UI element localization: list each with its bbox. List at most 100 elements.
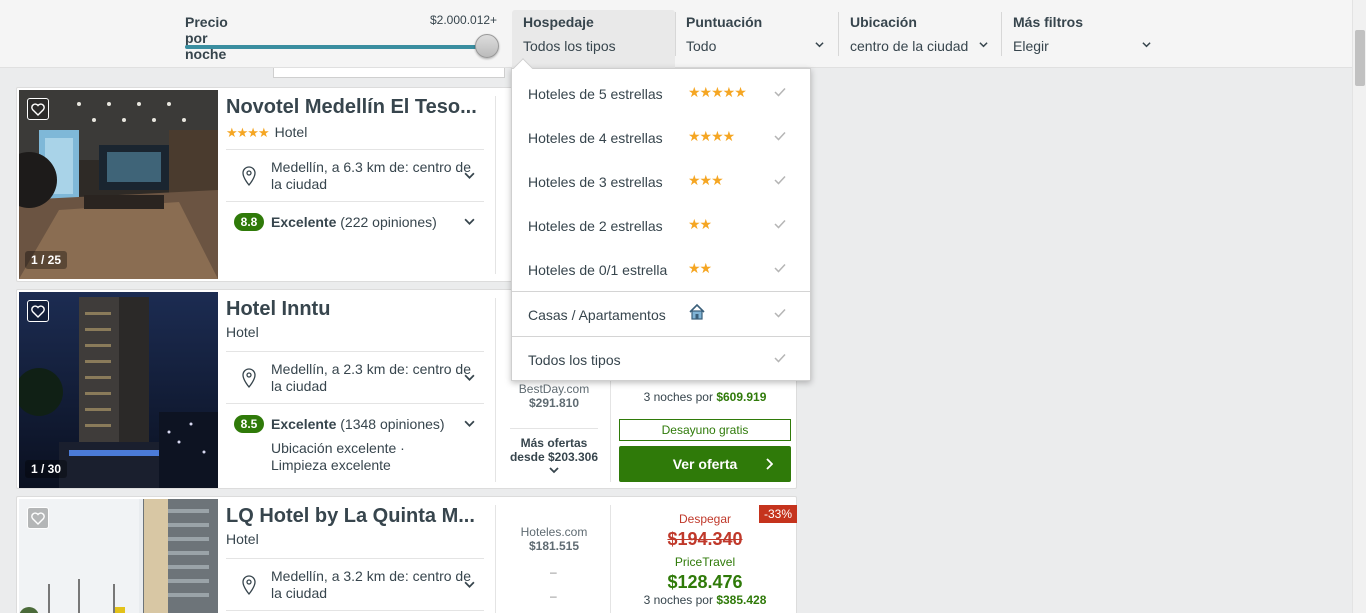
chevron-down-icon [549, 467, 559, 474]
hotel-location: Medellín, a 3.2 km de: centro de la ciud… [271, 568, 471, 601]
divider [226, 610, 484, 611]
filter-bar: Precio por noche $2.000.012+ Hospedaje T… [0, 0, 1352, 68]
rating-word: Excelente [271, 416, 337, 432]
divider [226, 351, 484, 352]
option-label: Hoteles de 5 estrellas [528, 86, 663, 102]
review-highlights-2: Limpieza excelente [271, 457, 391, 473]
star-rating: ★★★★★ [688, 84, 747, 100]
more-filters-value: Elegir [1013, 38, 1049, 54]
check-icon [774, 87, 786, 97]
divider [226, 149, 484, 150]
heart-icon [31, 511, 45, 525]
hotel-name[interactable]: Hotel Inntu [226, 298, 488, 321]
provider-offer[interactable]: Hoteles.com $181.515 [504, 525, 604, 553]
lodging-filter-value: Todos los tipos [523, 38, 616, 54]
star-rating: ★★ [688, 216, 712, 232]
lodging-dropdown: Hoteles de 5 estrellas ★★★★★ Hoteles de … [511, 68, 811, 381]
favorite-button[interactable] [27, 507, 49, 529]
hotel-photo[interactable] [19, 499, 218, 613]
lodging-option-all[interactable]: Todos los tipos [512, 337, 810, 381]
heart-icon [31, 102, 45, 116]
rating-filter-value: Todo [686, 38, 717, 54]
scrollbar-thumb[interactable] [1355, 30, 1365, 86]
view-offer-button[interactable]: Ver oferta [619, 446, 791, 482]
more-offers-button[interactable]: Más ofertas desde $203.306 [504, 436, 604, 474]
deal-nights: 3 noches por $609.919 [619, 390, 791, 404]
review-highlights: Ubicación excelente · [271, 440, 405, 456]
rating-summary[interactable]: Excelente (1348 opiniones) [271, 416, 445, 432]
deal-block[interactable]: Despegar $194.340 PriceTravel $128.476 3… [619, 512, 791, 607]
location-filter[interactable]: Ubicación centro de la ciudad [839, 0, 999, 60]
old-provider: Despegar [678, 512, 732, 526]
nights-label: 3 noches por [643, 593, 713, 607]
chevron-down-icon[interactable] [464, 418, 475, 429]
rating-summary[interactable]: Excelente (222 opiniones) [271, 214, 437, 230]
score-badge: 8.5 [234, 415, 264, 433]
hotel-photo[interactable]: 1 / 25 [19, 90, 218, 279]
chevron-down-icon[interactable] [464, 216, 475, 227]
price-slider-handle[interactable] [475, 34, 499, 58]
lodging-option-2-stars[interactable]: Hoteles de 2 estrellas ★★ [512, 203, 810, 247]
old-price: $194.340 [667, 529, 743, 549]
favorite-button[interactable] [27, 98, 49, 120]
more-filters-label: Más filtros [1013, 14, 1084, 30]
favorite-button[interactable] [27, 300, 49, 322]
lodging-option-3-stars[interactable]: Hoteles de 3 estrellas ★★★ [512, 159, 810, 203]
chevron-down-icon[interactable] [464, 372, 475, 383]
chevron-down-icon [979, 42, 988, 48]
hotel-type: Hotel [226, 531, 259, 547]
deal-provider: PriceTravel [674, 555, 736, 569]
view-offer-label: Ver oferta [672, 456, 738, 472]
chevron-down-icon [1142, 42, 1151, 48]
result-card[interactable]: LQ Hotel by La Quinta M... Hotel Medellí… [16, 496, 797, 613]
price-slider-track[interactable] [185, 45, 487, 49]
column-divider [610, 505, 611, 613]
house-icon [689, 303, 705, 320]
check-icon [774, 263, 786, 273]
option-label: Hoteles de 2 estrellas [528, 218, 663, 234]
map-pin-icon [242, 368, 256, 388]
lodging-option-0-1-stars[interactable]: Hoteles de 0/1 estrella ★★ [512, 247, 810, 291]
empty-offer: – [550, 589, 557, 603]
chevron-down-icon[interactable] [464, 170, 475, 181]
provider-name: BestDay.com [518, 382, 590, 396]
provider-name: Hoteles.com [520, 525, 588, 539]
review-count: (1348 opiniones) [340, 416, 445, 432]
hotel-name[interactable]: LQ Hotel by La Quinta M... [226, 505, 488, 528]
breakfast-badge: Desayuno gratis [619, 419, 791, 441]
map-pin-icon [242, 166, 256, 186]
check-icon [774, 353, 786, 363]
search-input-edge[interactable] [273, 68, 505, 78]
vertical-scrollbar[interactable] [1352, 0, 1366, 613]
map-pin-icon [242, 575, 256, 595]
nights-price: $609.919 [716, 390, 767, 404]
more-offers-from: desde $203.306 [509, 450, 599, 464]
hotel-name[interactable]: Novotel Medellín El Teso... [226, 96, 488, 119]
column-divider [495, 505, 496, 613]
star-rating: ★★★★ [688, 128, 735, 144]
rating-filter[interactable]: Puntuación Todo [676, 0, 836, 60]
lodging-option-homes[interactable]: Casas / Apartamentos [512, 292, 810, 336]
price-filter-label: Precio por noche [185, 14, 228, 62]
option-label: Hoteles de 4 estrellas [528, 130, 663, 146]
score-badge: 8.8 [234, 213, 264, 231]
chevron-right-icon [766, 458, 773, 470]
provider-offer[interactable]: BestDay.com $291.810 [504, 382, 604, 410]
more-filters[interactable]: Más filtros Elegir [1002, 0, 1162, 60]
lodging-filter-label: Hospedaje [523, 14, 594, 30]
lodging-filter[interactable]: Hospedaje Todos los tipos [512, 0, 675, 60]
more-offers-label: Más ofertas [520, 436, 588, 450]
lodging-option-5-stars[interactable]: Hoteles de 5 estrellas ★★★★★ [512, 71, 810, 115]
option-label: Hoteles de 3 estrellas [528, 174, 663, 190]
check-icon [774, 131, 786, 141]
divider [226, 201, 484, 202]
photo-counter: 1 / 30 [25, 460, 68, 478]
star-rating: ★★★★ [226, 125, 270, 140]
option-label: Casas / Apartamentos [528, 307, 666, 323]
divider [226, 403, 484, 404]
chevron-down-icon[interactable] [464, 579, 475, 590]
lodging-option-4-stars[interactable]: Hoteles de 4 estrellas ★★★★ [512, 115, 810, 159]
hotel-type: Hotel [226, 324, 259, 340]
hotel-photo[interactable]: 1 / 30 [19, 292, 218, 488]
hotel-location: Medellín, a 6.3 km de: centro de la ciud… [271, 159, 471, 192]
